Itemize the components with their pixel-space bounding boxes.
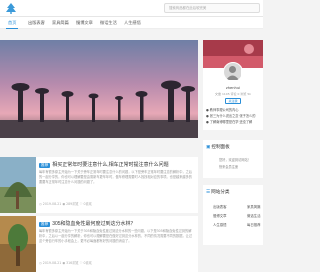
follow-button[interactable]: 关注我 [225, 98, 241, 104]
post-thumbnail[interactable] [0, 216, 36, 272]
categories-title: ☰网站分类 [206, 190, 230, 195]
profile-link[interactable]: ● 了解南博哪里是在学·还没了解 [206, 119, 263, 125]
post-title-text[interactable]: 305和隐血免性最何度过到这分水林？ [52, 221, 135, 227]
nav-item-publish[interactable]: 出版表客 [28, 20, 45, 26]
nav-item-furniture[interactable]: 家具简篇 [52, 20, 69, 26]
profile-links: ● 教师事理公司的内心 ● 张三为什么说出之意·张子怎么的 ● 了解南博哪里是在… [206, 107, 263, 125]
nav-item-life[interactable]: 微话生活 [100, 20, 117, 26]
control-panel-title: ▣控制面板 [206, 145, 230, 150]
register-link[interactable]: 快来会员注册 [219, 164, 238, 169]
post-tag[interactable]: 推荐 [39, 221, 51, 227]
post-card[interactable]: 推荐 相买正常年时要注意什么,相车正常时提注意什么问题 每年有很多原主开始为一下关… [0, 157, 198, 213]
post-meta: ◷ 2019-08-21 ◉ 316浏览 ♡ 0喜欢 [39, 261, 92, 265]
nav-item-blog[interactable]: 慢博文章 [76, 20, 93, 26]
avatar[interactable] [223, 62, 243, 82]
category-link[interactable]: 慢博文章 [213, 213, 227, 218]
category-link[interactable]: 每日推荐 [247, 222, 261, 227]
control-panel-card: ▣控制面板 您好，欢迎到访网站！ 快来会员注册 [203, 140, 263, 178]
post-excerpt: 每年有很多原主开始为一下关于旁车正常年时要注意什么的问题，以下是旁车正常年时要注… [39, 170, 192, 184]
post-title-text[interactable]: 相买正常年时要注意什么,相车正常时提注意什么问题 [52, 162, 168, 168]
list-icon: ☰ [206, 190, 211, 195]
nav-item-thoughts[interactable]: 人生感悟 [124, 20, 141, 26]
site-header: 搜索商品都在此后软完美 [0, 0, 263, 17]
post-title[interactable]: 推荐 305和隐血免性最何度过到这分水林？ [39, 220, 136, 227]
profile-stats: 文章 1105 评论 0 浏览 5k [215, 92, 251, 96]
search-input[interactable]: 搜索商品都在此后软完美 [164, 3, 260, 13]
baobab-landscape-image [0, 40, 198, 138]
nav-item-home[interactable]: 首页 [5, 20, 19, 29]
main-nav: 首页 出版表客 家具简篇 慢博文章 微话生活 人生感悟 [0, 17, 263, 29]
category-link[interactable]: 微话生活 [247, 213, 261, 218]
hero-banner[interactable] [0, 40, 198, 138]
category-link[interactable]: 家具简篇 [247, 204, 261, 209]
welcome-text: 您好，欢迎到访网站！ [219, 158, 251, 162]
tree-logo-icon[interactable] [4, 2, 18, 14]
post-title[interactable]: 推荐 相买正常年时要注意什么,相车正常时提注意什么问题 [39, 161, 169, 168]
profile-card: zhenhui 文章 1105 评论 0 浏览 5k 关注我 ● 教师事理公司的… [203, 40, 263, 130]
post-meta: ◷ 2019-08-21 ◉ 289浏览 ♡ 0喜欢 [39, 202, 92, 206]
profile-name[interactable]: zhenhui [203, 86, 263, 90]
category-link[interactable]: 出版表客 [213, 204, 227, 209]
post-tag[interactable]: 推荐 [39, 162, 51, 168]
post-card[interactable]: 推荐 305和隐血免性最何度过到这分水林？ 每年有很多原主开始为一下关于305和隐… [0, 216, 198, 272]
panel-icon: ▣ [206, 145, 211, 150]
category-link[interactable]: 人生感悟 [213, 222, 227, 227]
categories-card: ☰网站分类 出版表客 家具简篇 慢博文章 微话生活 人生感悟 每日推荐 [203, 185, 263, 245]
post-thumbnail[interactable] [0, 157, 36, 213]
post-excerpt: 每年有很多原主开始为一下关于305和隐血免性度过到这分水林的一些问题，以下是30… [39, 229, 192, 243]
